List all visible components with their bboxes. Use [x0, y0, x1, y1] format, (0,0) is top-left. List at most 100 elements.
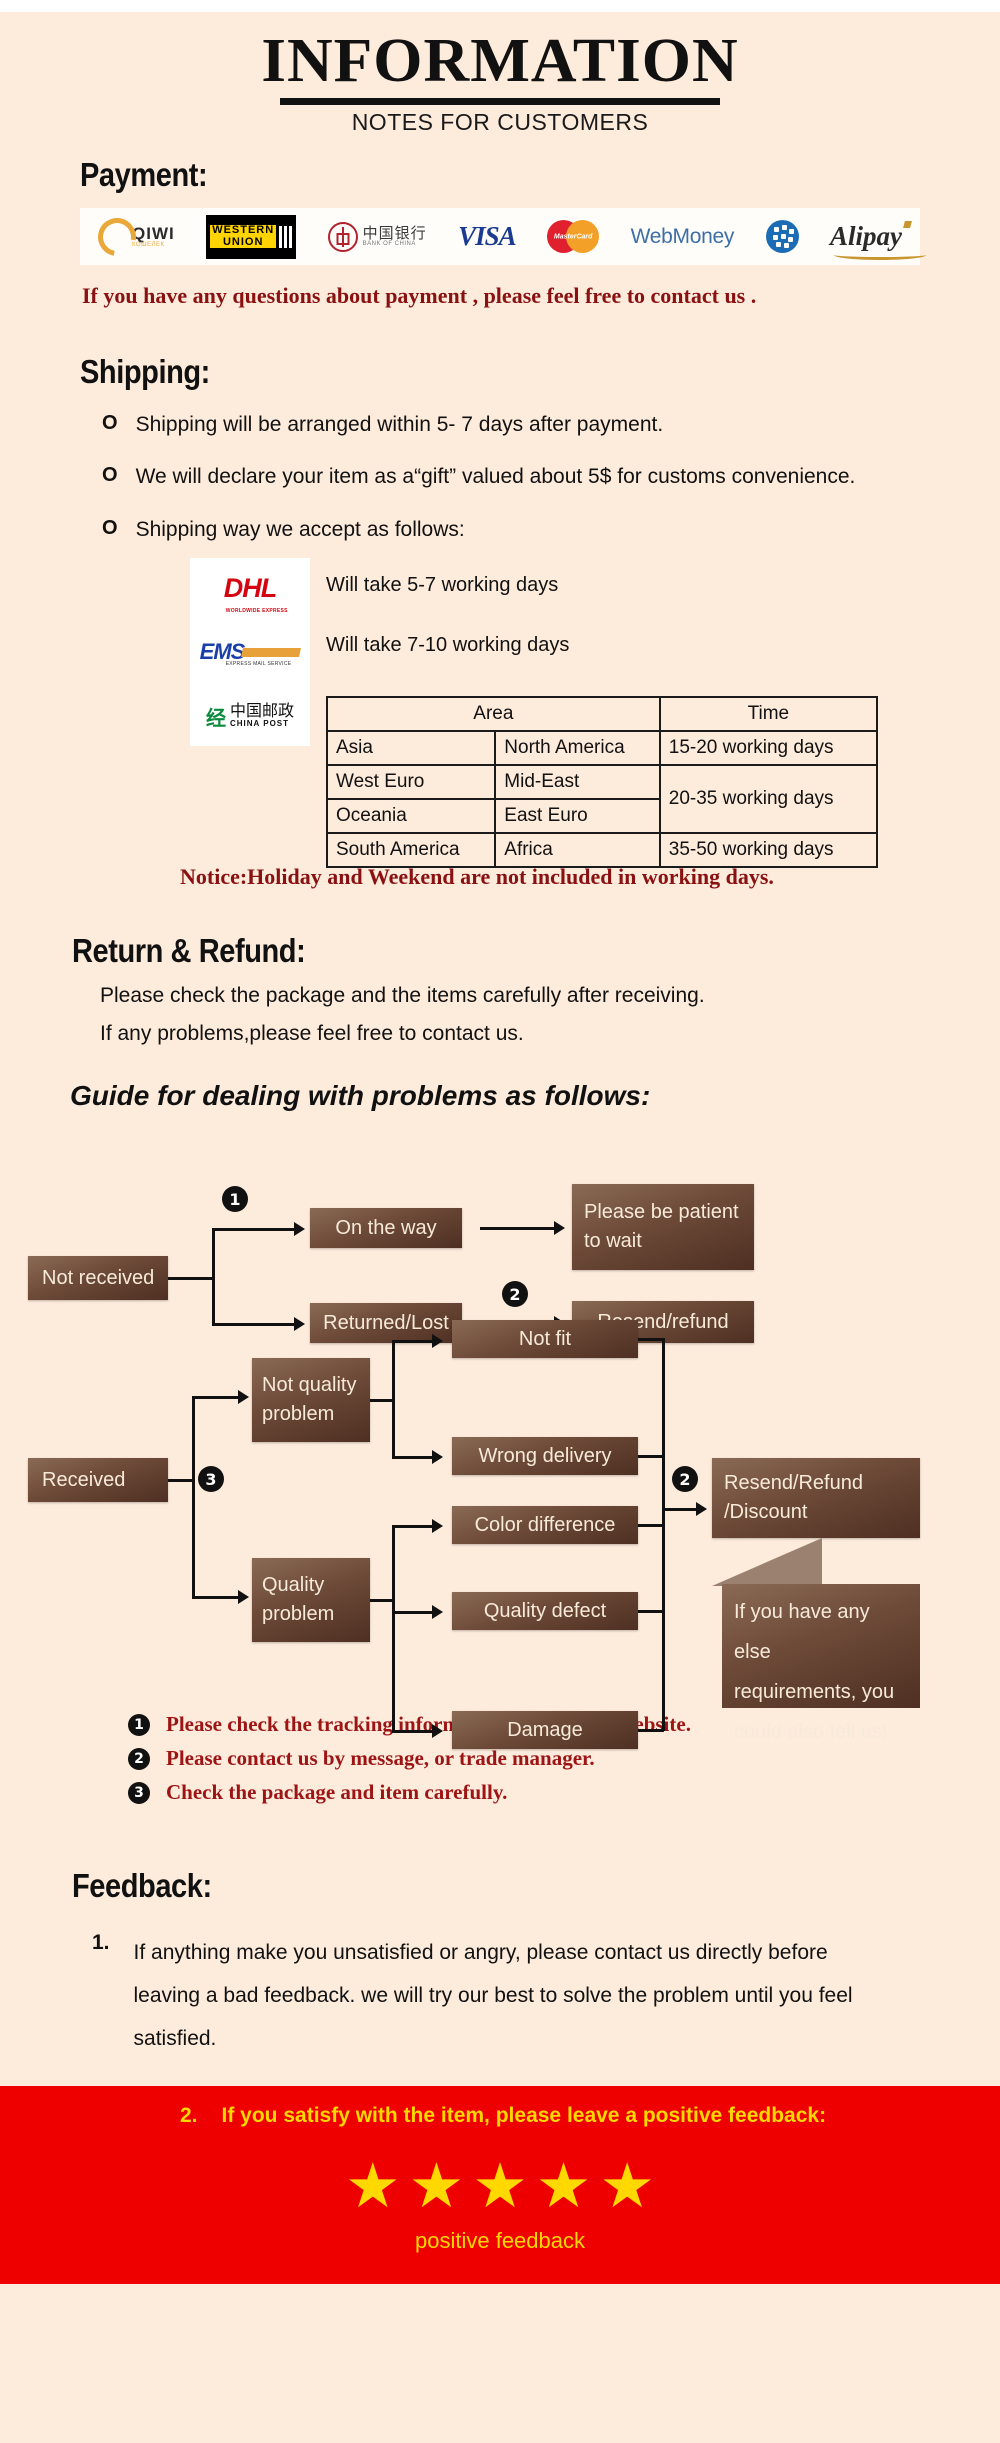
shipping-bullet-2-text: We will declare your item as a“gift” val… — [135, 465, 856, 489]
quality-problem-line1: Quality — [262, 1574, 325, 1597]
guide-note-3-text: Check the package and item carefully. — [166, 1780, 508, 1805]
webmoney-globe-icon — [765, 217, 799, 257]
cell-time: 35-50 working days — [658, 832, 879, 869]
callout-line3: could also tell us! — [734, 1721, 888, 1744]
flow-line — [212, 1323, 296, 1327]
flow-line — [212, 1228, 215, 1327]
alipay-logo: Alipay — [830, 217, 926, 260]
star-icon: ★ — [345, 2152, 401, 2222]
mastercard-logo: MasterCard — [547, 217, 600, 257]
qiwi-logo-text: QIWI — [132, 224, 175, 243]
page-title: INFORMATION — [261, 27, 739, 95]
flow-node-not-quality-problem: Not quality problem — [252, 1358, 370, 1443]
note-number-icon: 3 — [128, 1781, 150, 1804]
china-post-logo: 经 中国邮政 CHINA POST — [206, 694, 294, 738]
flow-node-wrong-delivery: Wrong delivery — [452, 1437, 638, 1476]
not-quality-problem-line2: problem — [262, 1403, 335, 1426]
ems-bar-icon — [241, 647, 302, 657]
feedback-item-2-text: If you satisfy with the item, please lea… — [221, 2104, 827, 2128]
flow-line — [192, 1396, 195, 1599]
visa-logo: VISA — [458, 221, 517, 251]
ems-time: Will take 7-10 working days — [326, 634, 570, 657]
title-rule — [280, 98, 720, 105]
note-number-icon: 1 — [128, 1713, 150, 1736]
china-post-roman: CHINA POST — [229, 719, 290, 729]
flow-node-color-difference: Color difference — [452, 1506, 638, 1545]
western-union-line1: WESTERN — [210, 223, 277, 237]
quality-problem-line2: problem — [262, 1603, 335, 1626]
qiwi-ring-icon — [90, 210, 144, 263]
flow-line — [638, 1610, 664, 1614]
shipping-bullet-2: O We will declare your item as a“gift” v… — [102, 463, 1000, 491]
cell-area1: South America — [325, 832, 497, 869]
dhl-logo: DHL WORLDWIDE EXPRESS — [224, 566, 288, 614]
flow-line — [168, 1277, 214, 1281]
bullet-marker-icon: O — [102, 464, 118, 487]
feedback-section: Feedback: 1. If anything make you unsati… — [72, 1867, 1000, 2060]
information-page: INFORMATION NOTES FOR CUSTOMERS Payment:… — [0, 12, 1000, 2443]
flow-line — [392, 1730, 434, 1734]
shipping-bullet-1: O Shipping will be arranged within 5- 7 … — [102, 411, 1000, 439]
flow-line — [392, 1340, 434, 1344]
flow-line — [662, 1338, 665, 1732]
flow-arrow — [294, 1222, 305, 1237]
western-union-bars-icon — [279, 225, 293, 248]
flow-badge-2b: 2 — [672, 1466, 698, 1493]
flow-line — [168, 1479, 194, 1483]
shipping-methods: DHL WORLDWIDE EXPRESS EMS EXPRESS MAIL S… — [190, 558, 1000, 869]
callout-line1: If you have any else — [734, 1601, 870, 1664]
flow-node-received: Received — [28, 1458, 168, 1503]
returns-line-2: If any problems,please feel free to cont… — [100, 1022, 524, 1046]
flow-badge-2: 2 — [502, 1281, 528, 1308]
payment-section: Payment: QIWI КОШЕЛЕК WESTERN UNION 中国银行… — [80, 156, 1000, 309]
bullet-marker-icon: O — [102, 516, 118, 539]
star-rating: ★ ★ ★ ★ ★ — [0, 2156, 1000, 2218]
webmoney-label: WebMoney — [630, 224, 735, 248]
positive-feedback-caption: positive feedback — [415, 2228, 585, 2254]
guide-note-3: 3 Check the package and item carefully. — [128, 1780, 1000, 1805]
flow-node-resend-refund-discount: Resend/Refund /Discount — [712, 1458, 920, 1539]
table-header-time: Time — [658, 696, 879, 733]
star-icon: ★ — [408, 2152, 465, 2222]
star-icon: ★ — [599, 2152, 655, 2222]
payment-note: If you have any questions about payment … — [82, 283, 757, 308]
flow-arrow — [696, 1502, 707, 1517]
dhl-sublabel: WORLDWIDE EXPRESS — [225, 607, 288, 614]
cell-area1: Oceania — [325, 798, 497, 835]
webmoney-logo: WebMoney — [630, 217, 735, 257]
shipping-time-table: Area Time Asia North America 15-20 worki… — [325, 696, 879, 869]
flow-line — [392, 1340, 395, 1459]
flow-line — [662, 1508, 698, 1512]
bank-of-china-roman: BANK OF CHINA — [362, 241, 416, 247]
cell-area1: Asia — [325, 730, 497, 767]
flow-line — [392, 1456, 434, 1460]
callout-tail-icon — [712, 1538, 822, 1587]
flow-node-on-the-way: On the way — [310, 1208, 462, 1249]
table-row: West Euro Mid-East 20-35 working days — [325, 764, 879, 835]
flow-line — [392, 1525, 434, 1529]
ems-logo: EMS EXPRESS MAIL SERVICE — [200, 630, 302, 674]
flow-line — [392, 1611, 434, 1615]
resend-refund-discount-line1: Resend/Refund — [724, 1472, 863, 1495]
positive-feedback-banner: 2. If you satisfy with the item, please … — [0, 2086, 1000, 2285]
feedback-item-1-text: If anything make you unsatisfied or angr… — [133, 1941, 853, 2051]
problem-guide-flowchart: Not received 1 On the way Returned/Lost … — [0, 1128, 1000, 1750]
alipay-dot-icon — [903, 220, 912, 228]
feedback-item-2-index: 2. — [180, 2104, 198, 2128]
returns-line-1: Please check the package and the items c… — [100, 984, 705, 1008]
flow-line — [370, 1599, 394, 1603]
western-union-logo: WESTERN UNION — [206, 214, 297, 259]
cell-area2: East Euro — [494, 798, 661, 835]
flow-node-quality-problem: Quality problem — [252, 1558, 370, 1643]
flow-line — [192, 1596, 240, 1600]
bullet-marker-icon: O — [102, 412, 118, 434]
page-subtitle: NOTES FOR CUSTOMERS — [351, 109, 649, 135]
shipping-bullet-3: O Shipping way we accept as follows: — [102, 516, 1000, 544]
note-number-icon: 2 — [128, 1747, 150, 1770]
flow-node-not-fit: Not fit — [452, 1320, 638, 1359]
cell-area2: Mid-East — [494, 764, 661, 801]
mastercard-label: MasterCard — [553, 233, 593, 240]
feedback-heading: Feedback: — [72, 1867, 212, 1905]
flow-badge-3: 3 — [198, 1466, 224, 1493]
please-be-patient-line1: Please be patient — [584, 1201, 739, 1224]
